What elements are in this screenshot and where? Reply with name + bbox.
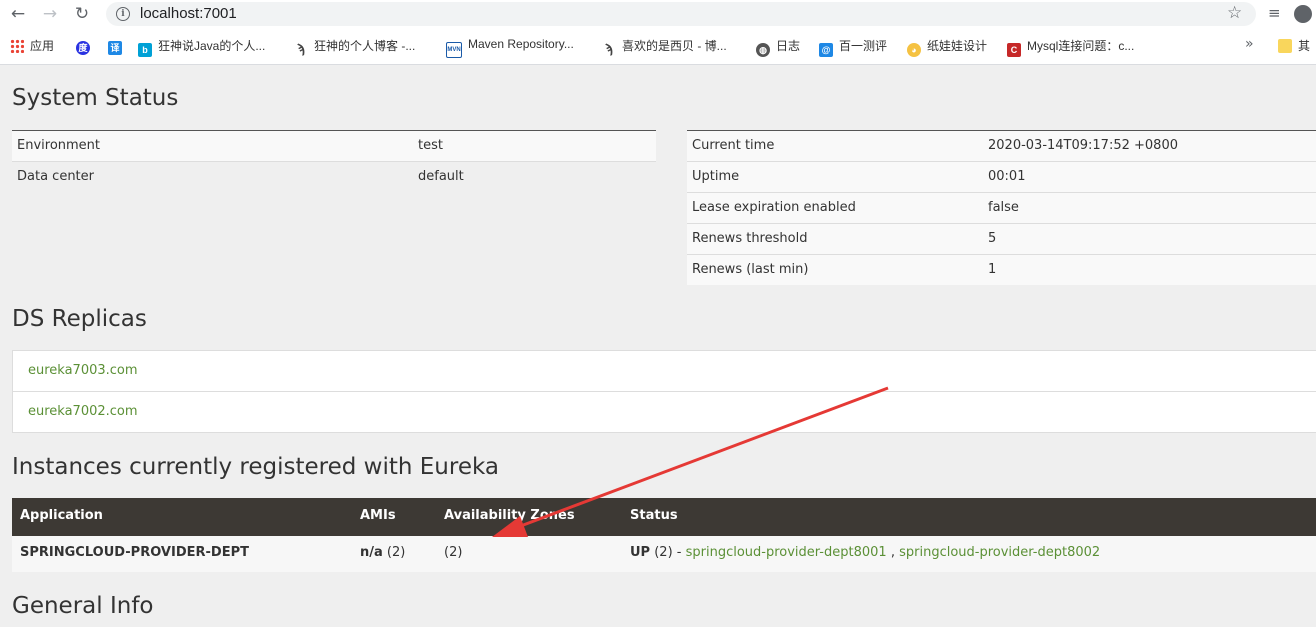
- yuque-icon: ϡ: [297, 41, 305, 56]
- status-up: UP: [630, 545, 651, 560]
- column-header-status: Status: [630, 508, 678, 523]
- exam-icon: @: [819, 43, 833, 57]
- profile-avatar-icon[interactable]: [1294, 5, 1312, 23]
- list-item: eureka7003.com: [13, 351, 1316, 392]
- status-key: Data center: [17, 169, 94, 184]
- status-cell: UP (2) - springcloud-provider-dept8001 ,…: [630, 545, 1100, 560]
- status-key: Renews threshold: [692, 231, 808, 246]
- globe-icon: ◍: [756, 43, 770, 57]
- bookmark-apps[interactable]: 应用: [10, 37, 54, 55]
- bookmark-kuangshen-blog[interactable]: ϡ 狂神的个人博客 -...: [294, 37, 415, 56]
- bookmark-log[interactable]: ◍ 日志: [756, 37, 800, 57]
- ds-replicas-list: eureka7003.com eureka7002.com: [12, 350, 1316, 433]
- bookmark-maven[interactable]: MVN Maven Repository...: [446, 37, 574, 58]
- status-value: 00:01: [988, 169, 1026, 184]
- bilibili-icon: b: [138, 43, 152, 57]
- browser-toolbar: ← → ↻ i localhost:7001 ☆ ≡: [0, 0, 1316, 28]
- status-key: Uptime: [692, 169, 740, 184]
- amis-value: n/a: [360, 545, 383, 560]
- translate-icon: 译: [108, 41, 122, 55]
- status-key: Lease expiration enabled: [692, 200, 856, 215]
- amis-count: (2): [382, 545, 406, 560]
- bookmarks-bar: 应用 度 译 b 狂神说Java的个人... ϡ 狂神的个人博客 -... MVN M…: [0, 28, 1316, 65]
- status-key: Environment: [17, 138, 101, 153]
- status-count: (2) -: [650, 545, 686, 560]
- instance-link-8002[interactable]: springcloud-provider-dept8002: [899, 545, 1100, 560]
- instances-table: Application AMIs Availability Zones Stat…: [12, 498, 1316, 572]
- instances-title: Instances currently registered with Eure…: [12, 454, 499, 480]
- address-bar[interactable]: i localhost:7001: [106, 2, 1256, 26]
- folder-icon: [1278, 39, 1292, 53]
- table-row: Current time 2020-03-14T09:17:52 +0800: [687, 131, 1316, 162]
- baidu-paw-icon: 度: [76, 41, 90, 55]
- bookmark-bilibili[interactable]: b 狂神说Java的个人...: [138, 37, 265, 57]
- status-value: test: [418, 138, 443, 153]
- table-row: Renews threshold 5: [687, 224, 1316, 255]
- column-header-application: Application: [20, 508, 103, 523]
- table-row: Data center default: [12, 162, 656, 192]
- bookmark-csdn[interactable]: C Mysql连接问题：c...: [1007, 37, 1134, 57]
- application-name: SPRINGCLOUD-PROVIDER-DEPT: [20, 545, 249, 560]
- column-header-amis: AMIs: [360, 508, 396, 523]
- bookmark-baidu[interactable]: 度: [76, 37, 96, 55]
- info-icon[interactable]: i: [116, 7, 130, 21]
- link-separator: ,: [886, 545, 900, 560]
- general-info-title: General Info: [12, 593, 154, 619]
- status-value: default: [418, 169, 464, 184]
- bookmark-xibei[interactable]: ϡ 喜欢的是西贝 - 博...: [602, 37, 727, 56]
- eureka-dashboard: System Status Environment test Data cent…: [0, 65, 1316, 627]
- list-item: eureka7002.com: [13, 392, 1316, 432]
- table-row: SPRINGCLOUD-PROVIDER-DEPT n/a (2) (2) UP…: [12, 536, 1316, 572]
- apps-grid-icon: [10, 39, 24, 53]
- table-row: Renews (last min) 1: [687, 255, 1316, 285]
- bookmark-doll[interactable]: ◕ 纸娃娃设计: [907, 37, 987, 57]
- system-status-left-table: Environment test Data center default: [12, 130, 656, 192]
- table-row: Lease expiration enabled false: [687, 193, 1316, 224]
- forward-arrow-icon[interactable]: →: [40, 4, 60, 24]
- replica-link[interactable]: eureka7002.com: [28, 404, 138, 419]
- reload-icon[interactable]: ↻: [72, 4, 92, 24]
- bookmark-exam[interactable]: @ 百一测评: [819, 37, 887, 57]
- system-status-right-table: Current time 2020-03-14T09:17:52 +0800 U…: [687, 130, 1316, 285]
- table-row: Uptime 00:01: [687, 162, 1316, 193]
- status-value: 1: [988, 262, 997, 277]
- bookmark-star-icon[interactable]: ☆: [1227, 3, 1242, 23]
- column-header-zones: Availability Zones: [444, 508, 575, 523]
- status-value: 2020-03-14T09:17:52 +0800: [988, 138, 1178, 153]
- amis-cell: n/a (2): [360, 545, 405, 560]
- zones-cell: (2): [444, 545, 463, 560]
- mvn-icon: MVN: [446, 42, 462, 58]
- reading-list-icon[interactable]: ≡: [1268, 4, 1281, 22]
- status-value: 5: [988, 231, 997, 246]
- bookmark-translate[interactable]: 译: [108, 37, 128, 55]
- back-arrow-icon[interactable]: ←: [8, 4, 28, 24]
- more-bookmarks-chevron-icon[interactable]: »: [1245, 36, 1254, 52]
- instance-link-8001[interactable]: springcloud-provider-dept8001: [686, 545, 887, 560]
- replica-link[interactable]: eureka7003.com: [28, 363, 138, 378]
- status-key: Renews (last min): [692, 262, 809, 277]
- doll-icon: ◕: [907, 43, 921, 57]
- bookmark-folder[interactable]: 其: [1278, 37, 1310, 55]
- yuque-icon: ϡ: [605, 41, 613, 56]
- ds-replicas-title: DS Replicas: [12, 306, 147, 332]
- csdn-icon: C: [1007, 43, 1021, 57]
- table-row: Environment test: [12, 131, 656, 162]
- status-key: Current time: [692, 138, 775, 153]
- status-value: false: [988, 200, 1019, 215]
- url-text[interactable]: localhost:7001: [140, 5, 237, 22]
- table-header: Application AMIs Availability Zones Stat…: [12, 498, 1316, 536]
- system-status-title: System Status: [12, 85, 179, 111]
